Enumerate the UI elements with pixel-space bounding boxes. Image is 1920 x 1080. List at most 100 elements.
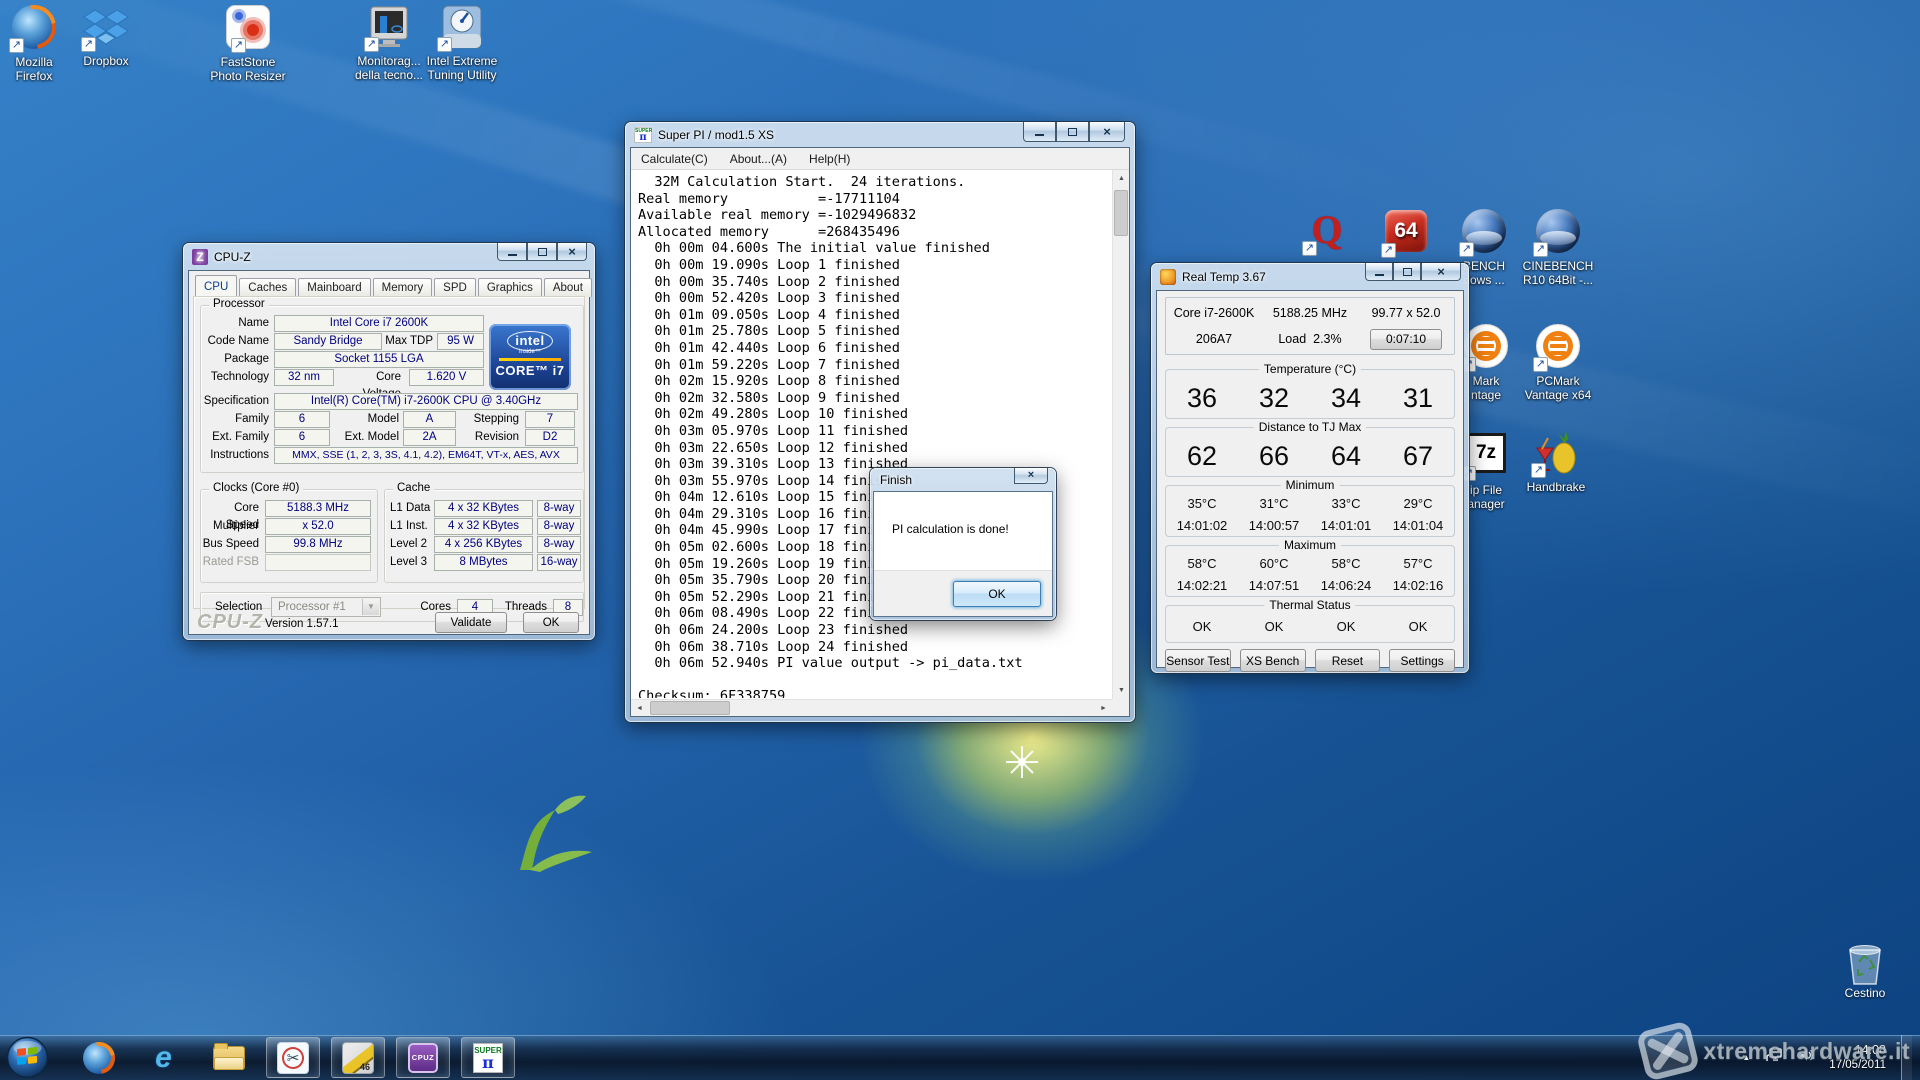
tab-spd[interactable]: SPD <box>434 278 476 297</box>
taskbar-cpuz[interactable]: CPUZ <box>396 1037 450 1078</box>
cpuz-client-area: CPU Caches Mainboard Memory SPD Graphics… <box>189 271 589 634</box>
field-label: Name <box>201 315 269 332</box>
close-button[interactable]: × <box>1014 468 1048 484</box>
shortcut-arrow-icon: ↗ <box>231 38 246 53</box>
close-button[interactable]: × <box>1089 122 1125 142</box>
minimize-button[interactable] <box>1023 122 1056 142</box>
vertical-scrollbar[interactable]: ▲ ▼ <box>1112 170 1129 699</box>
taskbar-superpi[interactable]: SUPERπ <box>461 1037 515 1078</box>
field-label: L1 Data <box>390 500 432 517</box>
settings-button[interactable]: Settings <box>1389 649 1455 672</box>
superpi-window-title: Super PI / mod1.5 XS <box>658 128 774 142</box>
tab-caches[interactable]: Caches <box>239 278 296 297</box>
finish-dialog-message: PI calculation is done! <box>892 522 1009 536</box>
desktop-icon-firefox[interactable]: ↗ Mozilla Firefox <box>0 4 74 83</box>
scroll-left-arrow[interactable]: ◄ <box>631 700 648 716</box>
superpi-console[interactable]: 32M Calculation Start. 24 iterations. Re… <box>631 170 1129 716</box>
desktop-icon-recycle-bin[interactable]: Cestino <box>1825 938 1905 1000</box>
tray-hidden-icons-button[interactable]: ▲ <box>1742 1053 1750 1062</box>
temperature-value: 31 <box>1382 383 1454 414</box>
maximize-button[interactable] <box>527 243 557 261</box>
horizontal-scrollbar[interactable]: ◄ ► <box>631 699 1112 716</box>
thermal-status-value: OK <box>1310 619 1382 634</box>
min-temp-value: 31°C <box>1238 496 1310 511</box>
field-label: Family <box>201 411 269 428</box>
desktop-icon-intel-monitor[interactable]: ↗ Monitorag... della tecno... <box>349 4 429 82</box>
processor-select-value: Processor #1 <box>278 601 346 613</box>
cpuz-cpu-tabpage: Processor Name Intel Core i7 2600K Code … <box>193 296 585 609</box>
scroll-down-arrow[interactable]: ▼ <box>1113 682 1129 699</box>
start-button[interactable] <box>6 1036 49 1079</box>
horizontal-scroll-thumb[interactable] <box>650 701 730 715</box>
desktop-icon-label: Intel Extreme Tuning Utility <box>422 54 502 82</box>
field-label: Specification <box>201 393 269 410</box>
desktop-icon-faststone[interactable]: ↗ FastStone Photo Resizer <box>208 4 288 83</box>
ok-button[interactable]: OK <box>523 612 579 633</box>
tab-about[interactable]: About <box>544 278 592 297</box>
desktop-icon-label: Handbrake <box>1516 480 1596 494</box>
package-value: Socket 1155 LGA <box>274 351 484 368</box>
wallpaper-flower <box>1002 742 1042 787</box>
desktop-icon-cinebench-r10[interactable]: ↗ CINEBENCH R10 64Bit -... <box>1518 208 1598 287</box>
system-tray: ▲ 14:08 17/05/2011 <box>1742 1035 1920 1080</box>
tab-mainboard[interactable]: Mainboard <box>298 278 370 297</box>
timer-button[interactable]: 0:07:10 <box>1370 329 1442 350</box>
close-button[interactable]: × <box>557 243 587 261</box>
validate-button[interactable]: Validate <box>435 612 507 633</box>
cpu-load: Load 2.3% <box>1262 332 1358 346</box>
taskbar-firefox[interactable] <box>78 1037 119 1078</box>
min-temp-value: 33°C <box>1310 496 1382 511</box>
cpuz-processor-group: Processor Name Intel Core i7 2600K Code … <box>200 305 584 473</box>
close-button[interactable]: × <box>1421 263 1461 281</box>
maximize-button[interactable] <box>1393 263 1421 281</box>
finish-dialog-footer: OK <box>874 570 1052 616</box>
taskbar-realtemp[interactable]: 46 <box>331 1037 385 1078</box>
taskbar-snipping-tool[interactable]: ✂ <box>266 1037 320 1078</box>
vertical-scroll-thumb[interactable] <box>1114 190 1128 236</box>
processor-select[interactable]: Processor #1 ▼ <box>271 597 381 617</box>
group-legend: Maximum <box>1279 538 1341 552</box>
ok-button[interactable]: OK <box>953 581 1041 607</box>
show-desktop-button[interactable] <box>1901 1035 1912 1080</box>
menu-help[interactable]: Help(H) <box>809 152 850 166</box>
minimize-button[interactable] <box>497 243 527 261</box>
tab-memory[interactable]: Memory <box>373 278 433 297</box>
volume-icon[interactable] <box>1798 1047 1814 1068</box>
scroll-up-arrow[interactable]: ▲ <box>1113 170 1129 187</box>
maximize-button[interactable] <box>1056 122 1089 142</box>
tab-graphics[interactable]: Graphics <box>478 278 542 297</box>
menu-about[interactable]: About...(A) <box>730 152 787 166</box>
realtemp-client-area: Core i7-2600K 5188.25 MHz 99.77 x 52.0 2… <box>1157 291 1463 667</box>
scroll-right-arrow[interactable]: ► <box>1095 700 1112 716</box>
minimize-button[interactable] <box>1365 263 1393 281</box>
desktop-icon-dropbox[interactable]: ↗ Dropbox <box>66 4 146 68</box>
tjmax-value: 67 <box>1382 441 1454 472</box>
desktop-icon-red-q[interactable]: Q ↗ <box>1287 208 1367 258</box>
shortcut-arrow-icon: ↗ <box>81 37 96 52</box>
reset-button[interactable]: Reset <box>1315 649 1381 672</box>
desktop-icon-pcmark-vantage[interactable]: ↗ PCMark Vantage x64 <box>1518 323 1598 402</box>
realtemp-window: Real Temp 3.67 × Core i7-2600K 5188.25 M… <box>1151 263 1469 673</box>
menu-calculate[interactable]: Calculate(C) <box>641 152 708 166</box>
core-voltage-value: 1.620 V <box>409 369 484 386</box>
cpuz-app-icon: Z <box>192 249 208 265</box>
group-legend: Thermal Status <box>1264 598 1355 612</box>
tab-cpu[interactable]: CPU <box>195 275 237 297</box>
technology-value: 32 nm <box>274 369 334 386</box>
network-icon[interactable] <box>1765 1047 1783 1068</box>
desktop-icon-intel-xtu[interactable]: ↗ Intel Extreme Tuning Utility <box>422 4 502 82</box>
intel-logo: intel <box>507 331 552 351</box>
field-label: Code Name <box>201 333 269 350</box>
shortcut-arrow-icon: ↗ <box>437 37 452 52</box>
field-label: L1 Inst. <box>390 518 432 535</box>
min-time-value: 14:00:57 <box>1238 518 1310 533</box>
field-label: Ext. Family <box>201 429 269 446</box>
taskbar-windows-explorer[interactable] <box>208 1037 249 1078</box>
xs-bench-button[interactable]: XS Bench <box>1240 649 1306 672</box>
desktop-icon-handbrake[interactable]: ↗ Handbrake <box>1516 430 1596 494</box>
taskbar-internet-explorer[interactable]: e <box>143 1037 184 1078</box>
thermal-status-values: OKOKOKOK <box>1166 619 1454 634</box>
taskbar-clock[interactable]: 14:08 17/05/2011 <box>1829 1043 1886 1073</box>
desktop-icon-aida64[interactable]: 64 ↗ <box>1366 208 1446 260</box>
sensor-test-button[interactable]: Sensor Test <box>1165 649 1231 672</box>
